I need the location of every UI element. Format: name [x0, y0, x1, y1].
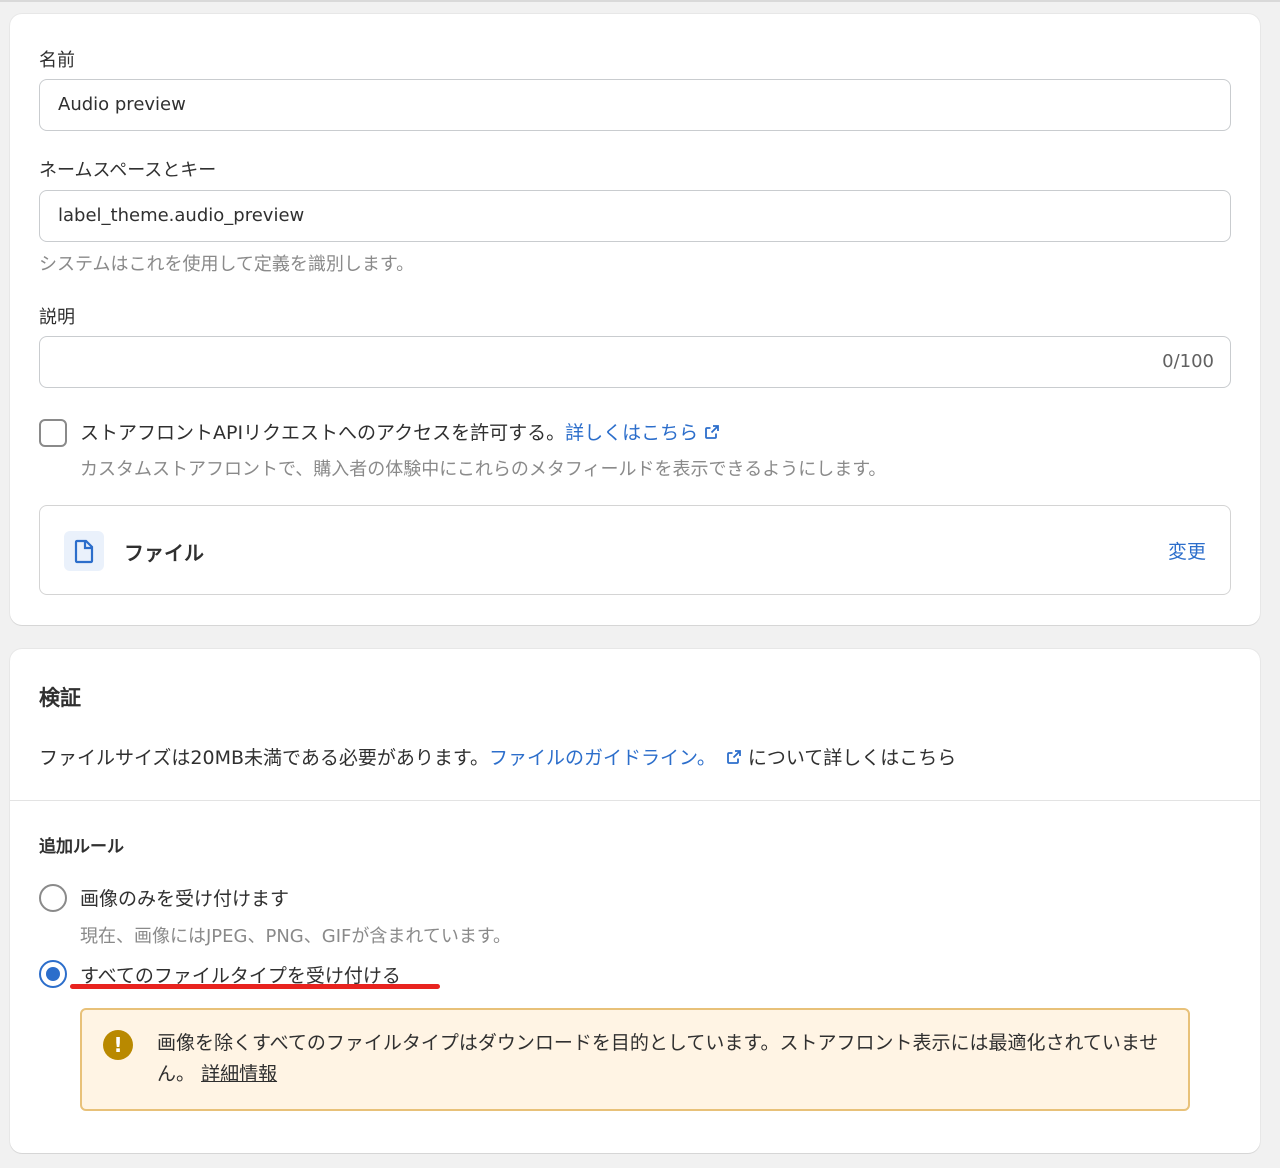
- name-label: 名前: [39, 50, 75, 71]
- images-only-label[interactable]: 画像のみを受け付けます: [80, 884, 289, 911]
- more-info-link[interactable]: 詳細情報: [201, 1063, 277, 1085]
- size-rule-row: ファイルサイズは20MB未満である必要があります。ファイルのガイドライン。 につい…: [39, 743, 956, 770]
- external-link-icon[interactable]: [726, 749, 742, 765]
- annotation-underline: [70, 984, 440, 989]
- validation-title: 検証: [39, 686, 81, 710]
- file-guideline-link[interactable]: ファイルのガイドライン。: [489, 747, 716, 769]
- external-link-icon[interactable]: [704, 424, 720, 440]
- type-label: ファイル: [124, 541, 204, 565]
- images-only-help: 現在、画像にはJPEG、PNG、GIFが含まれています。: [80, 926, 512, 947]
- storefront-access-label: ストアフロントAPIリクエストへのアクセスを許可する。: [80, 422, 566, 444]
- divider: [10, 800, 1260, 801]
- storefront-access-row: ストアフロントAPIリクエストへのアクセスを許可する。詳しくはこちら: [80, 418, 720, 445]
- description-counter: 0/100: [1162, 351, 1214, 372]
- rules-title: 追加ルール: [39, 837, 124, 857]
- namespace-label: ネームスペースとキー: [39, 160, 217, 181]
- learn-more-link[interactable]: 詳しくはこちら: [565, 422, 698, 444]
- description-label: 説明: [39, 307, 75, 328]
- namespace-help: システムはこれを使用して定義を識別します。: [39, 254, 415, 275]
- size-rule-text: ファイルサイズは20MB未満である必要があります。: [39, 747, 489, 769]
- validation-card: 検証 ファイルサイズは20MB未満である必要があります。ファイルのガイドライン。…: [10, 649, 1260, 1153]
- exclamation-icon: !: [103, 1030, 133, 1060]
- namespace-input[interactable]: label_theme.audio_preview: [39, 190, 1231, 242]
- change-type-link[interactable]: 変更: [1168, 537, 1206, 564]
- top-border: [0, 0, 1280, 2]
- radio-all-file-types[interactable]: [39, 960, 67, 988]
- file-icon: [64, 531, 104, 571]
- size-rule-suffix: について詳しくはこちら: [747, 747, 957, 769]
- description-input[interactable]: 0/100: [39, 336, 1231, 388]
- warning-banner: ! 画像を除くすべてのファイルタイプはダウンロードを目的としています。ストアフロ…: [80, 1008, 1190, 1111]
- warning-text-block: 画像を除くすべてのファイルタイプはダウンロードを目的としています。ストアフロント…: [157, 1028, 1167, 1090]
- storefront-access-checkbox[interactable]: [39, 419, 67, 447]
- warning-text: 画像を除くすべてのファイルタイプはダウンロードを目的としています。ストアフロント…: [157, 1032, 1159, 1085]
- definition-card: 名前 Audio preview ネームスペースとキー label_theme.…: [10, 14, 1260, 625]
- name-input[interactable]: Audio preview: [39, 79, 1231, 131]
- radio-images-only[interactable]: [39, 884, 67, 912]
- storefront-access-help: カスタムストアフロントで、購入者の体験中にこれらのメタフィールドを表示できるよう…: [80, 459, 887, 480]
- type-box: ファイル 変更: [39, 505, 1231, 595]
